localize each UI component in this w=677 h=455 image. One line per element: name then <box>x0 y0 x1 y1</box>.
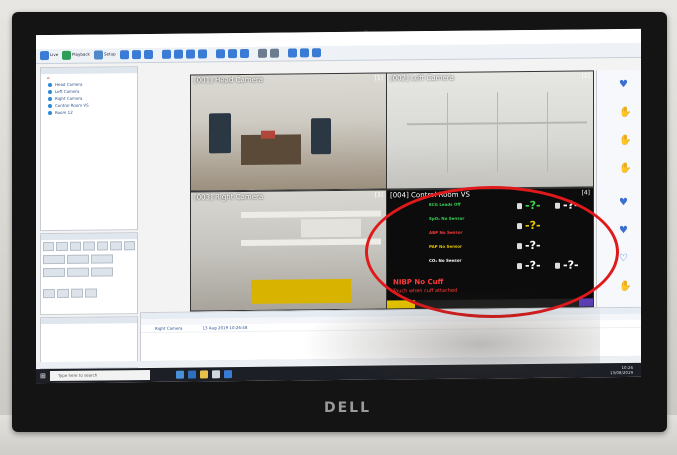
tree-item-room[interactable]: Room 12 <box>41 108 137 116</box>
shelf <box>241 238 381 247</box>
video-tile-head-camera[interactable]: [001] Head Camera [1] <box>190 72 387 192</box>
tile-label: [002] Left Camera <box>390 73 454 83</box>
camera-icon[interactable] <box>300 48 309 58</box>
store-icon[interactable] <box>212 370 220 379</box>
camera-dot-icon <box>48 90 52 95</box>
thumbs-down-icon[interactable]: ✋ <box>619 163 631 174</box>
record-icon[interactable] <box>312 48 321 58</box>
layout-2x2-icon[interactable] <box>228 49 237 59</box>
heart-icon[interactable]: ♥ <box>619 79 630 90</box>
preset-button[interactable] <box>83 241 95 251</box>
video-tile-left-camera[interactable]: [002] Left Camera [2] <box>386 70 594 190</box>
thumbs-up-icon[interactable]: ✋ <box>619 135 631 146</box>
heart-icon[interactable]: ♥ <box>619 197 630 208</box>
tile-number: [1] <box>374 74 384 82</box>
vs-menu-button[interactable] <box>579 298 593 307</box>
clock-date: 13/08/2019 <box>609 369 633 376</box>
chair <box>311 118 331 155</box>
layout-icon[interactable] <box>144 49 153 60</box>
grid-icon[interactable] <box>186 49 195 59</box>
preset-button[interactable] <box>56 241 68 251</box>
camera-dot-icon <box>48 83 52 88</box>
ptz-row <box>41 265 137 279</box>
tile-number: [3] <box>374 191 384 199</box>
play-icon[interactable] <box>43 288 55 299</box>
preset-button[interactable] <box>123 241 135 251</box>
explorer-icon[interactable] <box>200 370 208 379</box>
edge-icon[interactable] <box>188 370 196 379</box>
preset-button[interactable] <box>96 241 109 251</box>
camera-dot-icon <box>48 104 52 109</box>
thumbs-up-icon[interactable]: ✋ <box>619 107 631 118</box>
event-log-panel: Right Camera 13 Aug 2019 10:26:48 <box>140 306 641 363</box>
snapshot-icon[interactable] <box>174 49 183 59</box>
layout-3x3-icon[interactable] <box>240 48 249 59</box>
zoom-out-button[interactable] <box>91 267 113 277</box>
tilt-up-button[interactable] <box>43 267 65 278</box>
preset-button[interactable] <box>43 241 55 252</box>
setup-label[interactable]: Setup <box>104 51 116 56</box>
users-icon[interactable] <box>270 48 279 58</box>
pan-left-button[interactable] <box>43 254 65 265</box>
setup-icon[interactable] <box>94 50 103 60</box>
live-icon[interactable] <box>40 51 49 61</box>
layout-1x1-icon[interactable] <box>216 49 225 59</box>
taskbar-search-input[interactable]: Type here to search <box>50 369 150 382</box>
manikin <box>261 130 275 139</box>
sync-icon[interactable] <box>288 48 297 58</box>
preset-button[interactable] <box>69 241 82 251</box>
heart-pulse-icon[interactable]: ♥ <box>619 225 630 236</box>
stop-icon[interactable] <box>57 288 69 298</box>
monitor-brand-logo: DELL <box>324 400 372 416</box>
thumbs-up-icon[interactable]: ✋ <box>619 281 631 292</box>
video-tile-right-camera[interactable]: [003] Right Camera [3] <box>190 189 387 312</box>
zoom-in-button[interactable] <box>91 254 113 264</box>
help-icon[interactable] <box>132 50 141 60</box>
user-icon[interactable] <box>258 48 267 58</box>
taskbar-clock[interactable]: 10:26 13/08/2019 <box>610 365 633 375</box>
cabinet-edge <box>547 91 548 172</box>
home-icon: ⌂ <box>47 75 50 81</box>
live-label[interactable]: Live <box>50 52 58 57</box>
camera-dot-icon <box>48 111 52 116</box>
event-time: 13 Aug 2019 10:26:48 <box>202 324 248 331</box>
camera-dot-icon <box>48 97 52 102</box>
ptz-control-panel <box>40 232 138 316</box>
settings-icon[interactable] <box>85 288 97 298</box>
record-icon[interactable] <box>71 288 83 298</box>
chair <box>209 113 231 154</box>
pan-right-button[interactable] <box>67 254 89 264</box>
lower-left-header <box>41 317 137 325</box>
device-tree-panel: ⌂ Head Camera Left Camera Right Camera C… <box>40 66 138 232</box>
task-view-icon[interactable] <box>176 370 184 379</box>
refresh-icon[interactable] <box>120 50 129 60</box>
cabinet-edge <box>447 92 448 173</box>
tile-label: [001] Head Camera <box>194 75 264 85</box>
cabinet-edge <box>497 92 498 173</box>
windows-start-icon[interactable]: ⊞ <box>40 372 46 380</box>
heart-outline-icon[interactable]: ♡ <box>619 253 630 264</box>
tile-number: [2] <box>581 72 591 80</box>
playback-label[interactable]: Playback <box>72 52 90 57</box>
tile-label: [003] Right Camera <box>194 192 264 202</box>
event-camera: Right Camera <box>155 325 183 331</box>
zoom-icon[interactable] <box>162 49 171 59</box>
preset-row <box>41 239 137 253</box>
preset-button[interactable] <box>110 241 122 251</box>
ptz-row <box>41 286 137 300</box>
patient-bed <box>241 134 301 166</box>
tile-number: [4] <box>581 189 591 197</box>
map-icon[interactable] <box>198 49 207 59</box>
app-icon[interactable] <box>224 370 232 379</box>
ptz-row <box>41 252 137 266</box>
yellow-equipment <box>251 278 351 304</box>
storage-box <box>301 218 361 238</box>
shelf <box>241 210 381 219</box>
red-annotation-ellipse <box>365 186 619 318</box>
tilt-down-button[interactable] <box>67 267 89 277</box>
playback-icon[interactable] <box>62 50 71 60</box>
